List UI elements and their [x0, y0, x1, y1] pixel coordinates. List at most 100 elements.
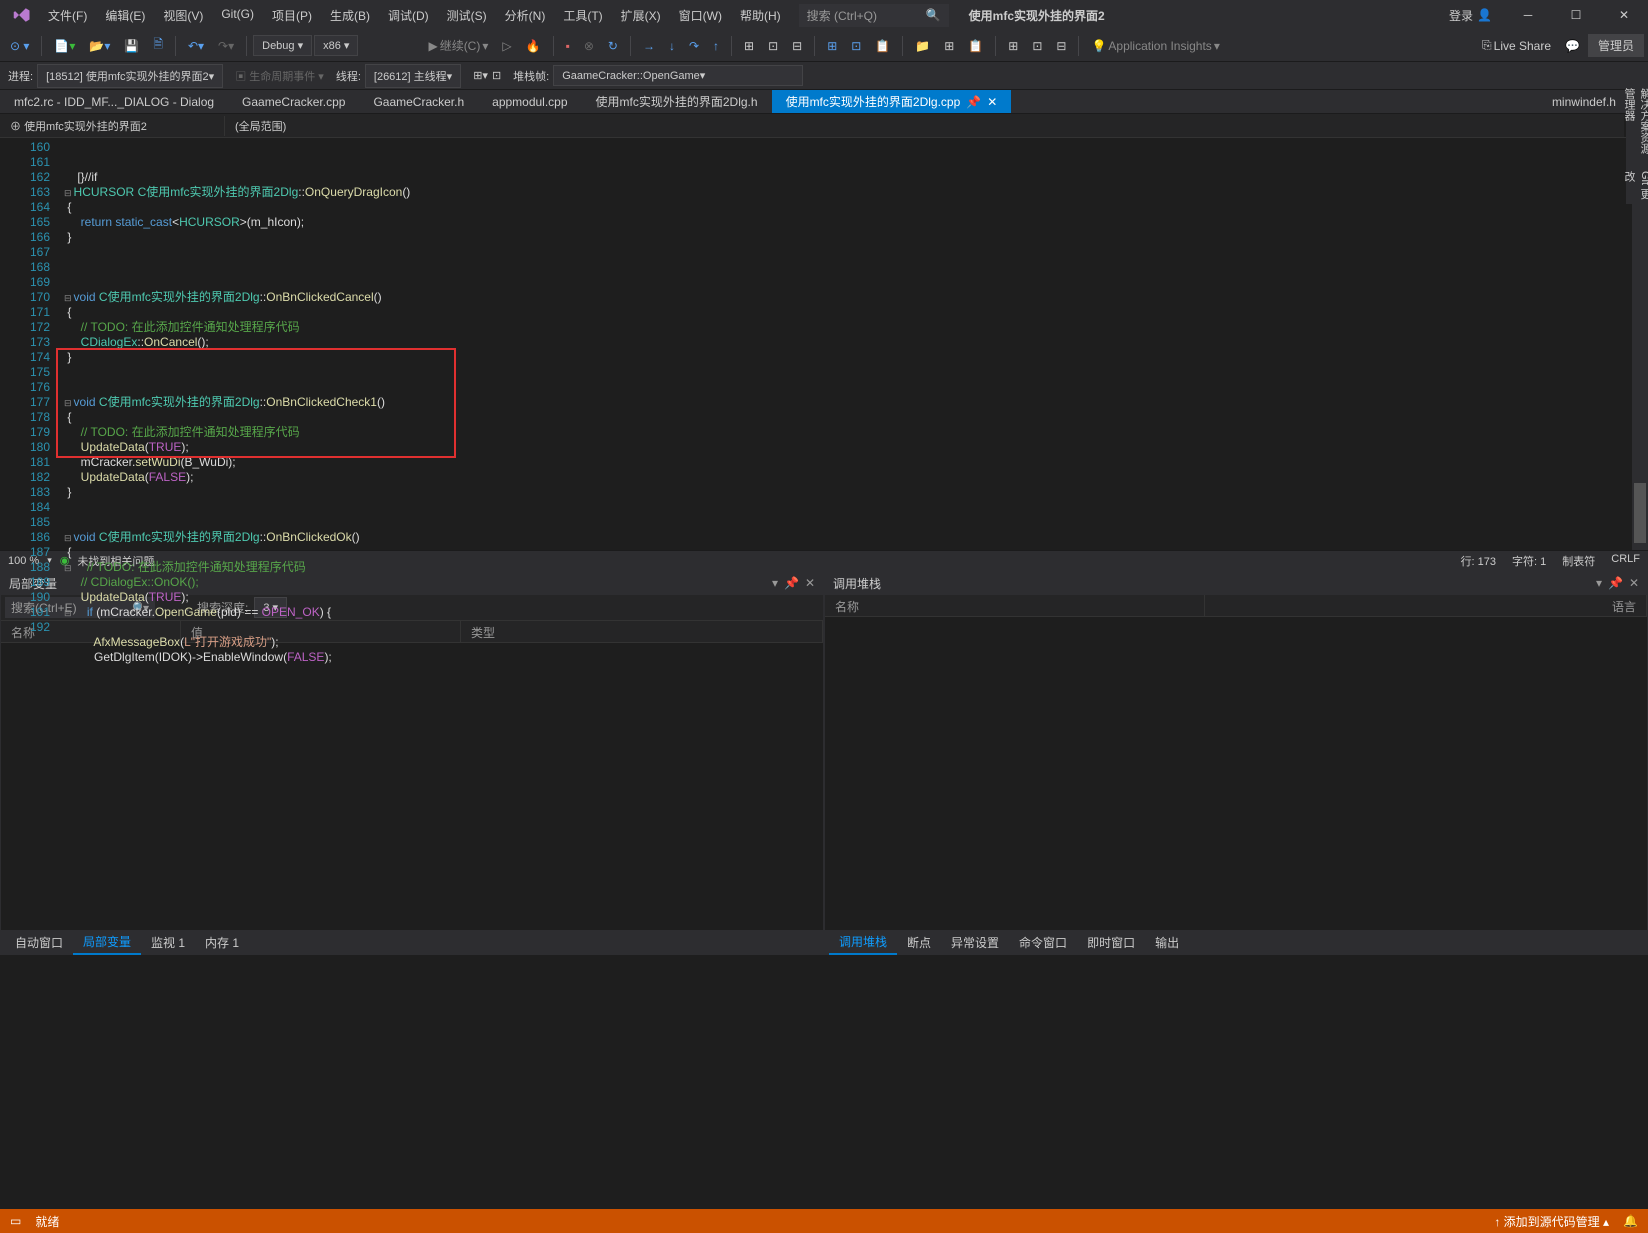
tool-icon2[interactable]: ⊡ [492, 69, 501, 82]
new-item-button[interactable]: 📄▾ [48, 35, 81, 57]
menu-help[interactable]: 帮助(H) [732, 3, 789, 28]
menu-tools[interactable]: 工具(T) [555, 3, 610, 28]
break-all-button[interactable]: ⊗ [578, 35, 600, 57]
source-control-button[interactable]: ↑ 添加到源代码管理 ▴ [1494, 1213, 1609, 1230]
tab-memory1[interactable]: 内存 1 [195, 931, 249, 954]
locals-tabs: 自动窗口 局部变量 监视 1 内存 1 [1, 930, 823, 954]
maximize-button[interactable]: ☐ [1556, 0, 1596, 30]
user-icon: 👤 [1477, 8, 1492, 22]
scope-project-dropdown[interactable]: ⊕ 使用mfc实现外挂的界面2 [0, 116, 225, 136]
thread-dropdown[interactable]: [26612] 主线程▾ [365, 64, 461, 88]
save-button[interactable]: 💾 [118, 35, 145, 57]
tool-btn-12[interactable]: ⊞ [938, 35, 960, 57]
menu-git[interactable]: Git(G) [213, 3, 262, 28]
statusbar: ▭ 就绪 ↑ 添加到源代码管理 ▴ 🔔 [0, 1209, 1648, 1233]
step-into-button[interactable]: ↓ [663, 35, 681, 57]
tool-btn-7[interactable]: ⊟ [786, 35, 808, 57]
tab-1[interactable]: GaameCracker.cpp [228, 90, 359, 113]
menu-build[interactable]: 生成(B) [322, 3, 378, 28]
minimize-button[interactable]: ─ [1508, 0, 1548, 30]
stop-button[interactable]: ▪ [560, 35, 576, 57]
tab-command[interactable]: 命令窗口 [1009, 931, 1077, 954]
tool-btn-6[interactable]: ⊡ [762, 35, 784, 57]
code-content[interactable]: [}//if⊟HCURSOR C使用mfc实现外挂的界面2Dlg::OnQuer… [60, 138, 1648, 550]
output-icon[interactable]: ▭ [10, 1214, 21, 1228]
platform-dropdown[interactable]: x86 ▾ [314, 35, 358, 56]
tool-icon[interactable]: ⊞▾ [473, 69, 488, 82]
tool-btn-16[interactable]: ⊟ [1050, 35, 1072, 57]
scroll-thumb[interactable] [1634, 483, 1646, 543]
login-button[interactable]: 登录 👤 [1441, 3, 1500, 28]
stackframe-dropdown[interactable]: GaameCracker::OpenGame▾ [553, 65, 803, 86]
tab-autos[interactable]: 自动窗口 [5, 931, 73, 954]
close-button[interactable]: ✕ [1604, 0, 1644, 30]
tab-exceptions[interactable]: 异常设置 [941, 931, 1009, 954]
highlight-annotation [56, 348, 456, 458]
tab-immediate[interactable]: 即时窗口 [1077, 931, 1145, 954]
titlebar: 文件(F) 编辑(E) 视图(V) Git(G) 项目(P) 生成(B) 调试(… [0, 0, 1648, 30]
status-ready: 就绪 [35, 1213, 59, 1230]
tool-btn-5[interactable]: ⊞ [738, 35, 760, 57]
tab-breakpoints[interactable]: 断点 [897, 931, 941, 954]
tab-output[interactable]: 输出 [1145, 931, 1189, 954]
liveshare-button[interactable]: ⎘ Live Share [1476, 34, 1557, 57]
tab-3[interactable]: appmodul.cpp [478, 90, 581, 113]
search-input[interactable]: 搜索 (Ctrl+Q) 🔍 [799, 4, 949, 27]
debug-toolbar: 进程: [18512] 使用mfc实现外挂的界面2▾ ▣ 生命周期事件 ▾ 线程… [0, 62, 1648, 90]
stackframe-label: 堆栈帧: [513, 68, 549, 84]
tab-2[interactable]: GaameCracker.h [359, 90, 478, 113]
undo-button[interactable]: ↶▾ [182, 35, 210, 57]
open-button[interactable]: 📂▾ [83, 35, 116, 57]
tool-btn-9[interactable]: ⊡ [845, 35, 867, 57]
tab-watch1[interactable]: 监视 1 [141, 931, 195, 954]
start-nodebug-button[interactable]: ▷ [496, 35, 517, 57]
pin-icon[interactable]: 📌 [966, 95, 981, 109]
menu-project[interactable]: 项目(P) [264, 3, 320, 28]
tool-btn-14[interactable]: ⊞ [1002, 35, 1024, 57]
tool-btn-11[interactable]: 📁 [909, 35, 936, 57]
callstack-tabs: 调用堆栈 断点 异常设置 命令窗口 即时窗口 输出 [825, 930, 1647, 954]
close-tab-icon[interactable]: ✕ [987, 95, 997, 109]
feedback-button[interactable]: 💬 [1559, 35, 1586, 57]
notifications-icon[interactable]: 🔔 [1623, 1214, 1638, 1228]
code-editor[interactable]: 1601611621631641651661671681691701711721… [0, 138, 1648, 550]
menu-window[interactable]: 窗口(W) [671, 3, 730, 28]
tool-btn-8[interactable]: ⊞ [821, 35, 843, 57]
tab-5[interactable]: 使用mfc实现外挂的界面2Dlg.cpp📌✕ [772, 90, 1012, 113]
redo-button[interactable]: ↷▾ [212, 35, 240, 57]
tab-6[interactable]: minwindef.h [1538, 90, 1630, 113]
show-next-stmt-button[interactable]: → [637, 35, 661, 57]
restart-button[interactable]: ↻ [602, 35, 624, 57]
process-dropdown[interactable]: [18512] 使用mfc实现外挂的界面2▾ [37, 64, 223, 88]
tool-btn-13[interactable]: 📋 [962, 35, 989, 57]
menu-analyze[interactable]: 分析(N) [497, 3, 554, 28]
app-insights-button[interactable]: 💡 Application Insights ▾ [1085, 35, 1225, 57]
tool-btn-15[interactable]: ⊡ [1026, 35, 1048, 57]
step-over-button[interactable]: ↷ [683, 35, 705, 57]
scope-scope-dropdown[interactable]: (全局范围) [225, 116, 1648, 136]
solution-explorer-tab[interactable]: 解决方案资源管理器 [1621, 88, 1648, 163]
line-numbers: 1601611621631641651661671681691701711721… [0, 138, 60, 550]
hot-reload-button[interactable]: 🔥 [520, 35, 547, 57]
continue-button[interactable]: ▶ 继续(C) ▾ [422, 33, 494, 58]
menu-debug[interactable]: 调试(D) [380, 3, 437, 28]
menu-test[interactable]: 测试(S) [439, 3, 495, 28]
step-out-button[interactable]: ↑ [707, 35, 725, 57]
admin-badge: 管理员 [1588, 34, 1644, 57]
tab-locals[interactable]: 局部变量 [73, 930, 141, 955]
nav-back-button[interactable]: ⊙ ▾ [4, 35, 35, 57]
save-all-button[interactable]: 🗎 [147, 31, 169, 60]
menu-edit[interactable]: 编辑(E) [97, 3, 153, 28]
lifecycle-button[interactable]: ▣ 生命周期事件 ▾ [235, 68, 324, 84]
git-changes-tab[interactable]: Git 更改 [1621, 171, 1648, 200]
document-tabs: mfc2.rc - IDD_MF..._DIALOG - Dialog Gaam… [0, 90, 1648, 114]
menu-file[interactable]: 文件(F) [40, 3, 95, 28]
tab-0[interactable]: mfc2.rc - IDD_MF..._DIALOG - Dialog [0, 90, 228, 113]
menu-extensions[interactable]: 扩展(X) [613, 3, 669, 28]
tab-callstack[interactable]: 调用堆栈 [829, 930, 897, 955]
tool-btn-10[interactable]: 📋 [869, 35, 896, 57]
config-dropdown[interactable]: Debug ▾ [253, 35, 312, 56]
solution-title: 使用mfc实现外挂的界面2 [969, 7, 1105, 24]
menu-view[interactable]: 视图(V) [155, 3, 211, 28]
tab-4[interactable]: 使用mfc实现外挂的界面2Dlg.h [582, 90, 772, 113]
